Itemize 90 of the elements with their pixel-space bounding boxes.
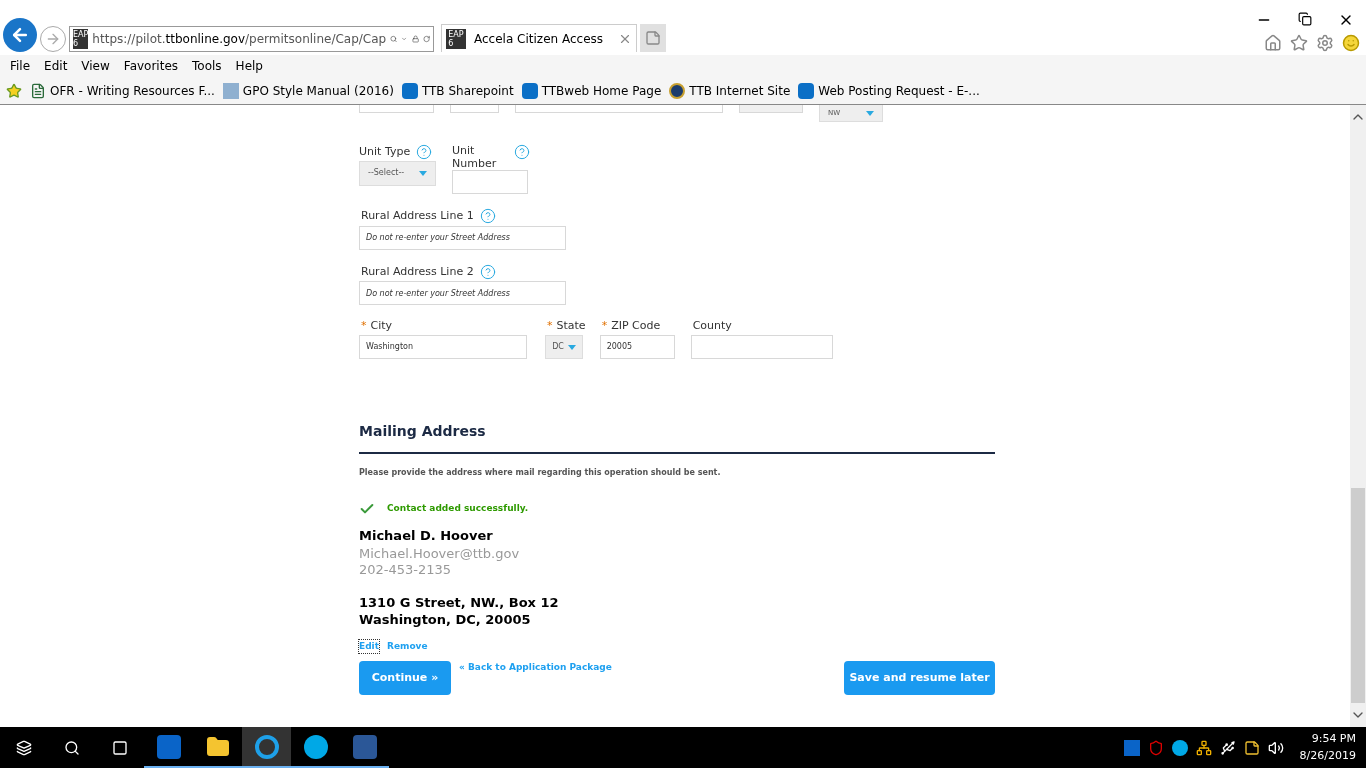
chat-app-icon: [303, 734, 328, 759]
clock-time[interactable]: 9:54 PM: [1311, 731, 1356, 748]
help-icon[interactable]: [479, 208, 496, 225]
manual-icon: [222, 82, 239, 99]
usb-icon[interactable]: [1219, 739, 1236, 756]
contact-name: Michael D. Hoover: [359, 527, 494, 545]
sharepoint-icon: [521, 82, 538, 99]
scrollbar-thumb[interactable]: [1351, 488, 1365, 703]
chat-tray-icon[interactable]: [1171, 739, 1188, 756]
menu-item[interactable]: File: [10, 57, 31, 75]
smiley-icon[interactable]: [1342, 34, 1360, 52]
address-line: 1310 G Street, NW., Box 12: [359, 593, 560, 611]
input-field[interactable]: 20005: [599, 335, 675, 359]
star-icon[interactable]: [1290, 34, 1308, 52]
favorite-link[interactable]: Web Posting Request - E-...: [818, 81, 980, 100]
input-field[interactable]: [690, 335, 833, 359]
taskbar-app[interactable]: [242, 727, 291, 768]
section-title: Mailing Address: [359, 422, 487, 441]
contact-phone: 202-453-2135: [359, 561, 453, 578]
select-field[interactable]: --Select--: [359, 160, 436, 186]
menu-item[interactable]: View: [81, 57, 110, 75]
scrollbar[interactable]: [1350, 105, 1366, 727]
sharepoint-icon: [401, 82, 418, 99]
favorite-link[interactable]: TTB Internet Site: [689, 81, 791, 100]
address-line: Washington, DC, 20005: [359, 610, 532, 628]
required-mark: *: [361, 317, 367, 334]
input-field[interactable]: Do not re-enter your Street Address: [359, 281, 566, 305]
field-label: Rural Address Line 1: [361, 208, 474, 224]
forward-arrow-icon: [45, 31, 61, 47]
browser-tab[interactable]: EAP 6 Accela Citizen Access: [441, 24, 637, 52]
notes-icon[interactable]: [1243, 739, 1260, 756]
field-label: Rural Address Line 2: [361, 263, 474, 280]
field-label: County: [692, 317, 732, 334]
section-intro: Please provide the address where mail regarding this operation should be sent.: [359, 467, 722, 479]
new-tab-button[interactable]: [640, 24, 666, 52]
help-icon[interactable]: [514, 144, 530, 160]
site-badge-icon: EAP 6: [73, 29, 89, 49]
browser-e-icon: [254, 734, 279, 759]
field-label: City: [370, 317, 393, 334]
word-app-icon: [352, 734, 377, 759]
lock-icon: [411, 32, 419, 46]
input-field[interactable]: [739, 105, 803, 113]
caret-icon: [866, 110, 874, 116]
home-icon[interactable]: [1264, 34, 1282, 52]
field-label: Unit Number: [452, 144, 496, 170]
menu-item[interactable]: Edit: [44, 57, 68, 75]
favorite-link[interactable]: TTB Sharepoint: [421, 81, 514, 100]
favorite-link[interactable]: GPO Style Manual (2016): [242, 81, 394, 100]
url-text: https://pilot.ttbonline.gov/permitsonline/Cap/Cap: [92, 31, 387, 48]
back-arrow-icon: [10, 25, 30, 45]
input-field[interactable]: Washington: [359, 335, 527, 359]
mail-tray-icon[interactable]: [1123, 739, 1140, 756]
input-field[interactable]: [452, 170, 528, 194]
shield-icon[interactable]: [1147, 739, 1164, 756]
input-field[interactable]: [359, 105, 434, 113]
volume-icon[interactable]: [1267, 739, 1284, 756]
required-mark: *: [601, 317, 608, 334]
menu-item[interactable]: Tools: [192, 57, 222, 75]
field-label: ZIP Code: [611, 317, 661, 334]
field-label: Unit Type: [359, 144, 411, 160]
sharepoint-icon: [798, 82, 815, 99]
menu-item[interactable]: Help: [235, 57, 263, 75]
contact-email: Michael.Hoover@ttb.gov: [359, 545, 521, 562]
caret-icon: [419, 170, 427, 176]
caret-icon: [567, 344, 576, 350]
clock-date[interactable]: 8/26/2019: [1299, 747, 1356, 764]
help-icon[interactable]: [416, 144, 433, 161]
favorite-link[interactable]: OFR - Writing Resources F...: [50, 81, 215, 100]
document-icon: [30, 82, 46, 99]
folder-icon: [205, 734, 230, 759]
new-tab-icon: [645, 30, 661, 46]
required-mark: *: [547, 317, 553, 334]
success-message: Contact added successfully.: [387, 502, 529, 516]
input-field[interactable]: Do not re-enter your Street Address: [359, 225, 566, 250]
restore-icon[interactable]: [1298, 12, 1312, 26]
tab-title: Accela Citizen Access: [474, 30, 604, 48]
network-icon[interactable]: [1195, 739, 1212, 756]
help-icon[interactable]: [479, 263, 496, 280]
input-field[interactable]: [450, 105, 499, 113]
favorites-star-icon[interactable]: [6, 82, 22, 99]
settings-icon[interactable]: [1316, 34, 1334, 52]
menu-item[interactable]: Favorites: [123, 57, 179, 75]
mail-app-icon: [156, 734, 181, 759]
seal-icon: [669, 82, 686, 99]
select-field[interactable]: DC: [545, 335, 583, 359]
site-badge-icon: EAP 6: [446, 28, 466, 49]
back-button[interactable]: [3, 18, 37, 52]
input-field[interactable]: [515, 105, 723, 113]
field-label: State: [556, 317, 586, 334]
favorite-link[interactable]: TTBweb Home Page: [541, 81, 662, 100]
